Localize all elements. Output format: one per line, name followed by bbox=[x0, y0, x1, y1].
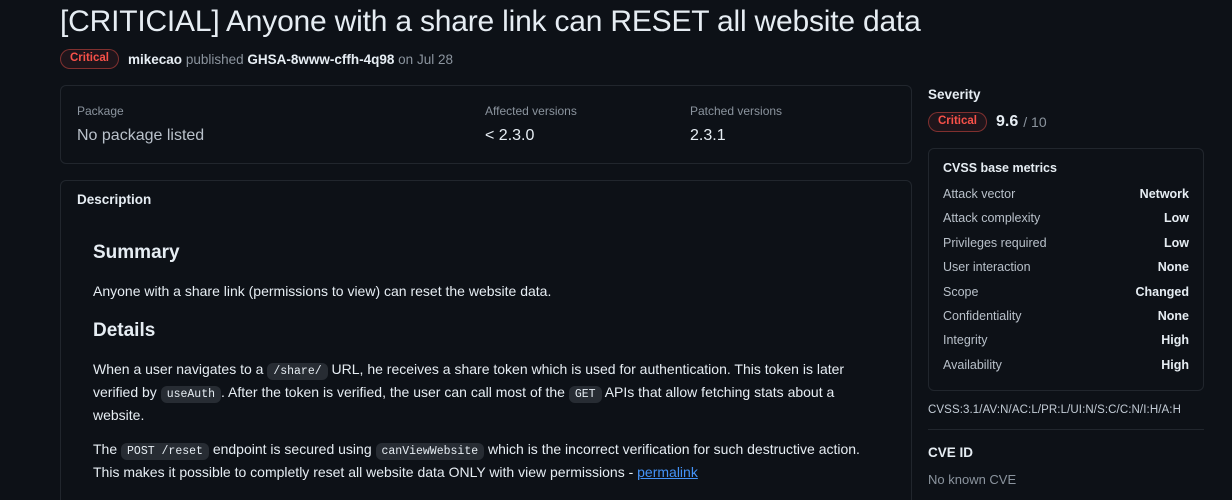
code-chip-post-reset: POST /reset bbox=[121, 443, 209, 460]
advisory-meta: Critical mikecao published GHSA-8www-cff… bbox=[60, 49, 1216, 69]
details-paragraph-2: The POST /reset endpoint is secured usin… bbox=[93, 439, 879, 482]
code-chip-get: GET bbox=[568, 386, 602, 403]
description-body: Summary Anyone with a share link (permis… bbox=[61, 219, 911, 500]
advisory-page: [CRITICIAL] Anyone with a share link can… bbox=[0, 0, 1232, 500]
cvss-metric-row: Confidentiality None bbox=[943, 304, 1189, 328]
cvss-metric-key: Attack complexity bbox=[943, 211, 1041, 226]
cve-section-title: CVE ID bbox=[928, 445, 974, 461]
cvss-metric-value: None bbox=[1157, 309, 1189, 324]
cvss-panel-title: CVSS base metrics bbox=[943, 161, 1057, 175]
permalink-link[interactable]: permalink bbox=[637, 464, 698, 480]
affected-versions-label: Affected versions bbox=[485, 104, 577, 118]
summary-paragraph: Anyone with a share link (permissions to… bbox=[93, 283, 552, 299]
code-chip-useauth: useAuth bbox=[160, 386, 222, 403]
details-heading: Details bbox=[93, 320, 156, 341]
cvss-metric-value: None bbox=[1157, 260, 1189, 275]
description-panel: Description Summary Anyone with a share … bbox=[60, 180, 912, 500]
package-cell: Package No package listed bbox=[77, 102, 485, 147]
severity-score: 9.6 bbox=[996, 113, 1019, 130]
cvss-metric-row: Attack complexity Low bbox=[943, 206, 1189, 230]
cvss-metric-row: Privileges required Low bbox=[943, 231, 1189, 255]
patched-versions-label: Patched versions bbox=[690, 104, 783, 118]
cvss-metric-key: Confidentiality bbox=[943, 309, 1022, 324]
severity-section-title: Severity bbox=[928, 87, 981, 102]
cvss-metric-row: Scope Changed bbox=[943, 280, 1189, 304]
author-link[interactable]: mikecao bbox=[128, 52, 182, 67]
cvss-metric-value: Low bbox=[1164, 235, 1189, 250]
cvss-metric-key: User interaction bbox=[943, 260, 1031, 275]
cvss-metric-value: Changed bbox=[1135, 284, 1189, 299]
details-p2-text-2: endpoint is secured using bbox=[208, 441, 376, 457]
package-value: No package listed bbox=[77, 127, 205, 144]
summary-heading: Summary bbox=[93, 242, 180, 263]
cvss-metric-row: User interaction None bbox=[943, 255, 1189, 279]
cvss-metric-value: Network bbox=[1139, 187, 1189, 201]
details-paragraph-1: When a user navigates to a /share/ URL, … bbox=[93, 359, 879, 425]
package-label: Package bbox=[77, 104, 124, 118]
severity-badge-header: Critical bbox=[60, 49, 119, 69]
cvss-metric-key: Scope bbox=[943, 284, 979, 299]
cvss-metric-row: Availability High bbox=[943, 353, 1189, 377]
published-word: published bbox=[185, 51, 244, 67]
cvss-metric-row: Attack vector Network bbox=[943, 182, 1189, 206]
content-columns: Package No package listed Affected versi… bbox=[16, 85, 1216, 500]
cvss-metric-key: Availability bbox=[943, 357, 1002, 372]
cvss-metric-key: Attack vector bbox=[943, 187, 1016, 201]
severity-badge-sidebar: Critical bbox=[928, 112, 987, 132]
cvss-metric-row: Integrity High bbox=[943, 328, 1189, 352]
code-chip-share-path: /share/ bbox=[267, 363, 328, 380]
cvss-metric-value: High bbox=[1161, 357, 1189, 372]
main-column: Package No package listed Affected versi… bbox=[60, 85, 912, 500]
details-p1-text-1: When a user navigates to a bbox=[93, 361, 268, 377]
page-title: [CRITICIAL] Anyone with a share link can… bbox=[60, 5, 921, 38]
description-panel-title: Description bbox=[77, 192, 152, 207]
published-date: on Jul 28 bbox=[398, 51, 453, 67]
cvss-metric-value: Low bbox=[1164, 211, 1189, 226]
cve-id-section: CVE ID No known CVE bbox=[928, 443, 1204, 487]
affected-versions-value: < 2.3.0 bbox=[485, 127, 535, 144]
advisory-byline: mikecao published GHSA-8www-cffh-4q98 on… bbox=[128, 52, 453, 67]
severity-score-row: Critical 9.6 / 10 bbox=[928, 112, 1204, 132]
details-p1-text-3: . After the token is verified, the user … bbox=[221, 384, 569, 400]
cvss-vector-string: CVSS:3.1/AV:N/AC:L/PR:L/UI:N/S:C/C:N/I:H… bbox=[928, 404, 1181, 417]
cvss-metric-key: Privileges required bbox=[943, 235, 1047, 250]
sidebar-column: Severity Critical 9.6 / 10 CVSS base met… bbox=[928, 85, 1204, 500]
cvss-base-metrics-panel: CVSS base metrics Attack vector Network … bbox=[928, 148, 1204, 392]
cvss-metric-value: High bbox=[1161, 333, 1189, 348]
patched-versions-cell: Patched versions 2.3.1 bbox=[690, 102, 890, 147]
advisory-header: [CRITICIAL] Anyone with a share link can… bbox=[16, 0, 1216, 69]
package-summary-box: Package No package listed Affected versi… bbox=[60, 85, 912, 164]
details-p2-text-1: The bbox=[93, 441, 122, 457]
ghsa-id: GHSA-8www-cffh-4q98 bbox=[247, 51, 395, 67]
sidebar-divider bbox=[928, 429, 1204, 431]
code-chip-canviewwebsite: canViewWebsite bbox=[375, 443, 485, 460]
cvss-metric-key: Integrity bbox=[943, 333, 988, 348]
severity-denominator: / 10 bbox=[1023, 114, 1047, 130]
cve-id-value: No known CVE bbox=[928, 472, 1017, 488]
affected-versions-cell: Affected versions < 2.3.0 bbox=[485, 102, 690, 147]
patched-versions-value: 2.3.1 bbox=[690, 127, 726, 144]
